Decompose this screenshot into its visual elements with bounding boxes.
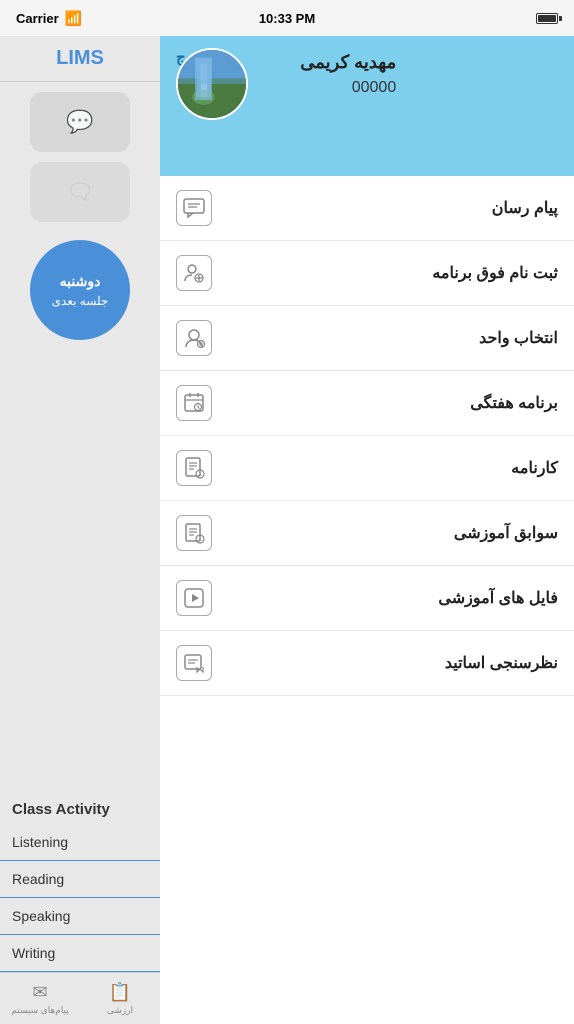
sidebar: LIMS 💬 🗨 دوشنبه جلسه بعدی Class Activity… (0, 36, 160, 1024)
menu-item-professor-survey[interactable]: نظرسنجی اساتید (160, 631, 574, 696)
battery-icon (536, 13, 558, 24)
status-left: Carrier 📶 (16, 10, 82, 27)
profile-name: مهدیه کریمی (300, 52, 396, 73)
sidebar-activity-item-speaking[interactable]: Speaking (0, 898, 160, 935)
sidebar-footer-reports-label: ارزشی (107, 1005, 133, 1016)
carrier-label: Carrier (16, 11, 59, 26)
sidebar-footer: ✉ پیام‌های سیستم 📋 ارزشی (0, 972, 160, 1024)
menu-item-education-history-label: سوابق آموزشی (454, 523, 558, 543)
sidebar-activity-item-listening[interactable]: Listening (0, 824, 160, 861)
extra-enroll-icon (176, 255, 212, 291)
status-right (536, 13, 558, 24)
sidebar-circle-label: جلسه بعدی (52, 294, 109, 308)
chat-bubble-icon-1: 💬 (66, 109, 93, 135)
menu-item-messenger-label: پیام رسان (492, 198, 558, 218)
menu-item-extra-enroll-label: ثبت نام فوق برنامه (432, 263, 558, 283)
menu-item-weekly-schedule[interactable]: برنامه هفتگی (160, 371, 574, 436)
sidebar-circle: دوشنبه جلسه بعدی (30, 240, 130, 340)
menu-list: پیام رسان ثبت نام فوق برنامه (160, 176, 574, 1024)
status-time: 10:33 PM (259, 11, 315, 26)
menu-item-transcript-label: کارنامه (511, 458, 558, 478)
sidebar-bubble-2: 🗨 (30, 162, 130, 222)
sidebar-footer-reports[interactable]: 📋 ارزشی (80, 973, 160, 1024)
profile-header: مهدیه کریمی 00000 خروج (160, 36, 574, 176)
main-content: مهدیه کریمی 00000 خروج (160, 36, 574, 1024)
messages-icon: ✉ (32, 982, 47, 1003)
profile-info: مهدیه کریمی 00000 (300, 48, 396, 97)
menu-item-weekly-schedule-label: برنامه هفتگی (470, 393, 558, 413)
sidebar-activity-item-reading[interactable]: Reading (0, 861, 160, 898)
unit-selection-icon (176, 320, 212, 356)
reports-icon: 📋 (109, 982, 131, 1003)
menu-item-messenger[interactable]: پیام رسان (160, 176, 574, 241)
menu-item-unit-selection-label: انتخاب واحد (479, 328, 558, 348)
menu-item-educational-files[interactable]: فایل های آموزشی (160, 566, 574, 631)
app-container: LIMS 💬 🗨 دوشنبه جلسه بعدی Class Activity… (0, 36, 574, 1024)
sidebar-footer-messages[interactable]: ✉ پیام‌های سیستم (0, 973, 80, 1024)
sidebar-header: LIMS (0, 36, 160, 82)
menu-item-unit-selection[interactable]: انتخاب واحد (160, 306, 574, 371)
educational-files-icon (176, 580, 212, 616)
sidebar-icons-area: 💬 🗨 دوشنبه جلسه بعدی (0, 82, 160, 787)
sidebar-activity-title: Class Activity (0, 795, 160, 824)
sidebar-footer-messages-label: پیام‌های سیستم (11, 1005, 69, 1016)
menu-item-extra-enroll[interactable]: ثبت نام فوق برنامه (160, 241, 574, 306)
menu-item-educational-files-label: فایل های آموزشی (438, 588, 558, 608)
avatar-image (178, 50, 246, 118)
sidebar-activity-item-writing[interactable]: Writing (0, 935, 160, 972)
avatar (176, 48, 248, 120)
profile-id: 00000 (300, 79, 396, 97)
wifi-icon: 📶 (65, 10, 82, 27)
chat-bubble-icon-2: 🗨 (66, 179, 94, 205)
sidebar-activity-section: Class Activity Listening Reading Speakin… (0, 787, 160, 972)
sidebar-logo: LIMS (56, 47, 104, 70)
sidebar-bubble-1: 💬 (30, 92, 130, 152)
education-history-icon (176, 515, 212, 551)
professor-survey-icon (176, 645, 212, 681)
menu-item-education-history[interactable]: سوابق آموزشی (160, 501, 574, 566)
status-bar: Carrier 📶 10:33 PM (0, 0, 574, 36)
weekly-schedule-icon (176, 385, 212, 421)
messenger-icon (176, 190, 212, 226)
sidebar-circle-day: دوشنبه (60, 273, 101, 290)
transcript-icon (176, 450, 212, 486)
menu-item-professor-survey-label: نظرسنجی اساتید (445, 653, 558, 673)
menu-item-transcript[interactable]: کارنامه (160, 436, 574, 501)
